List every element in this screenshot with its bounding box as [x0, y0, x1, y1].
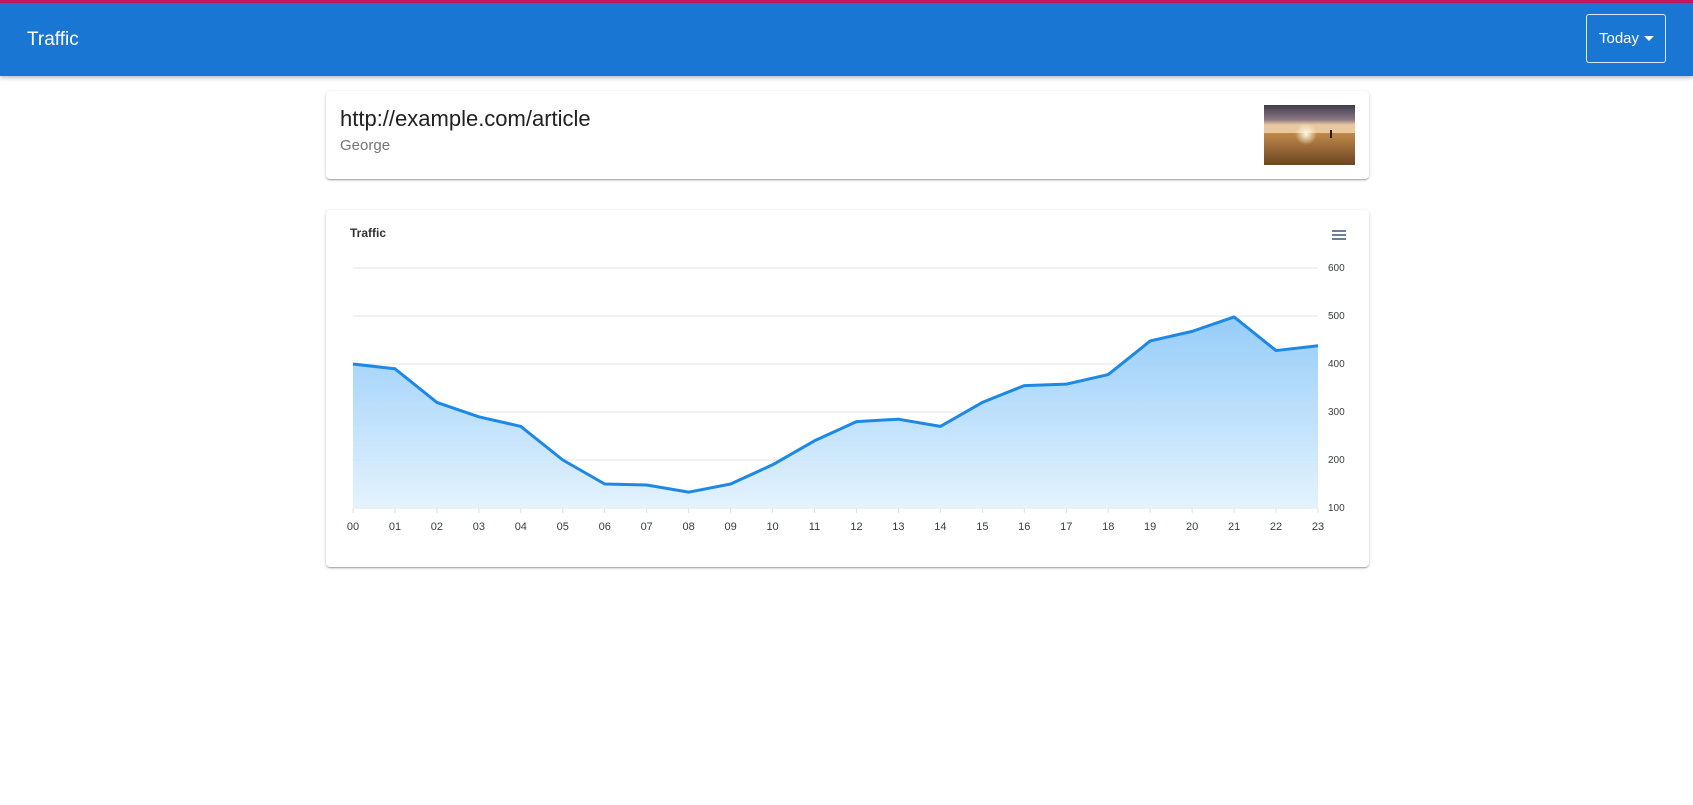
x-tick-label: 16	[1018, 521, 1030, 533]
y-tick-label: 400	[1328, 359, 1345, 370]
x-tick-label: 13	[892, 521, 904, 533]
article-card: http://example.com/article George	[326, 91, 1369, 179]
y-tick-label: 300	[1328, 407, 1345, 418]
app-bar: Traffic Today	[0, 3, 1693, 76]
x-tick-label: 17	[1060, 521, 1072, 533]
y-tick-label: 500	[1328, 311, 1345, 322]
x-tick-label: 04	[515, 521, 527, 533]
chart-title: Traffic	[350, 226, 386, 240]
x-tick-label: 11	[809, 521, 820, 533]
x-tick-label: 05	[557, 521, 569, 533]
caret-down-icon	[1644, 36, 1654, 41]
x-tick-label: 14	[934, 521, 946, 533]
x-tick-label: 12	[850, 521, 862, 533]
x-tick-label: 19	[1144, 521, 1156, 533]
chart-y-axis: 600 500 400 300 200 100	[1328, 263, 1345, 514]
article-author: George	[340, 137, 391, 154]
x-tick-label: 02	[431, 521, 443, 533]
article-url: http://example.com/article	[340, 106, 591, 131]
y-tick-label: 200	[1328, 455, 1345, 466]
x-tick-label: 20	[1186, 521, 1198, 533]
app-title: Traffic	[27, 29, 79, 50]
article-thumbnail	[1264, 105, 1355, 165]
date-range-value: Today	[1599, 30, 1640, 47]
x-tick-label: 09	[724, 521, 736, 533]
x-tick-label: 18	[1102, 521, 1114, 533]
x-tick-label: 23	[1312, 521, 1324, 533]
date-range-select[interactable]: Today	[1586, 14, 1666, 63]
x-tick-label: 01	[389, 521, 401, 533]
x-tick-label: 21	[1228, 521, 1240, 533]
traffic-chart: Traffic 600500400300200100 00 01 02 03 04 05 0…	[347, 226, 1345, 533]
x-tick-label: 08	[683, 521, 695, 533]
y-tick-label: 100	[1328, 503, 1345, 514]
chart-x-axis: 00 01 02 03 04 05 06 07 08 09 10 11 12 13 14 15 16 17 18 19…	[347, 508, 1324, 533]
hamburger-menu-icon[interactable]	[1331, 228, 1347, 242]
x-tick-label: 15	[976, 521, 988, 533]
y-tick-label: 600	[1328, 263, 1345, 274]
x-tick-label: 10	[766, 521, 778, 533]
x-tick-label: 22	[1270, 521, 1282, 533]
x-tick-label: 06	[599, 521, 611, 533]
traffic-chart-card: Traffic 600 500 400 300 200 100 00 01 02 03 04 05 0…	[326, 210, 1369, 567]
x-tick-label: 07	[641, 521, 653, 533]
x-tick-label: 03	[473, 521, 485, 533]
x-tick-label: 00	[347, 521, 359, 533]
